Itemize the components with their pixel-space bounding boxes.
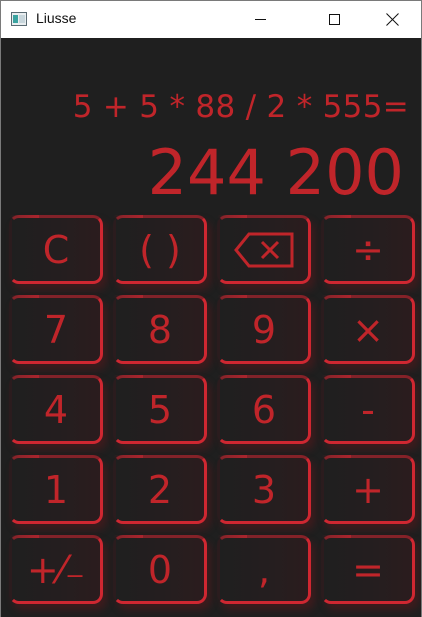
digit-3-button[interactable]: 3 (217, 455, 311, 524)
digit-9-label: 9 (251, 307, 277, 352)
app-icon (11, 12, 27, 26)
digit-5-label: 5 (147, 387, 173, 432)
digit-2-button[interactable]: 2 (113, 455, 207, 524)
clear-button[interactable]: C (9, 215, 103, 284)
calculator-body: 5 + 5 * 88 / 2 * 555= 244 200 C ( ) ÷ 7 … (1, 38, 421, 617)
digit-3-label: 3 (251, 467, 277, 512)
equals-button[interactable]: = (321, 535, 415, 604)
negate-button[interactable]: +⁄₋ (9, 535, 103, 604)
decimal-label: , (257, 547, 271, 592)
digit-1-label: 1 (43, 467, 69, 512)
digit-8-button[interactable]: 8 (113, 295, 207, 364)
digit-6-button[interactable]: 6 (217, 375, 311, 444)
digit-0-button[interactable]: 0 (113, 535, 207, 604)
digit-0-label: 0 (147, 547, 173, 592)
digit-5-button[interactable]: 5 (113, 375, 207, 444)
maximize-button[interactable] (311, 1, 357, 38)
digit-7-label: 7 (43, 307, 69, 352)
digit-6-label: 6 (251, 387, 277, 432)
equals-label: = (352, 547, 384, 592)
minimize-button[interactable] (237, 1, 283, 38)
multiply-button[interactable]: × (321, 295, 415, 364)
digit-7-button[interactable]: 7 (9, 295, 103, 364)
close-icon (386, 13, 399, 26)
digit-4-label: 4 (43, 387, 69, 432)
backspace-button[interactable] (217, 215, 311, 284)
backspace-icon (234, 232, 294, 267)
result-display: 244 200 (147, 136, 404, 209)
minus-button[interactable]: - (321, 375, 415, 444)
digit-4-button[interactable]: 4 (9, 375, 103, 444)
digit-2-label: 2 (147, 467, 173, 512)
minimize-icon (254, 19, 266, 20)
multiply-label: × (352, 307, 384, 352)
minus-label: - (361, 387, 375, 432)
negate-label: +⁄₋ (26, 547, 86, 592)
parentheses-button[interactable]: ( ) (113, 215, 207, 284)
digit-1-button[interactable]: 1 (9, 455, 103, 524)
plus-label: + (352, 467, 384, 512)
digit-8-label: 8 (147, 307, 173, 352)
close-button[interactable] (369, 1, 415, 38)
clear-label: C (42, 227, 70, 272)
expression-display: 5 + 5 * 88 / 2 * 555= (72, 89, 409, 125)
divide-label: ÷ (352, 227, 384, 272)
maximize-icon (328, 14, 340, 25)
window-title: Liusse (36, 10, 77, 26)
digit-9-button[interactable]: 9 (217, 295, 311, 364)
decimal-button[interactable]: , (217, 535, 311, 604)
plus-button[interactable]: + (321, 455, 415, 524)
title-bar[interactable]: Liusse (1, 1, 421, 38)
divide-button[interactable]: ÷ (321, 215, 415, 284)
calculator-window: Liusse 5 + 5 * 88 / 2 * 555= 244 200 C (… (0, 0, 422, 617)
parentheses-label: ( ) (139, 227, 181, 272)
